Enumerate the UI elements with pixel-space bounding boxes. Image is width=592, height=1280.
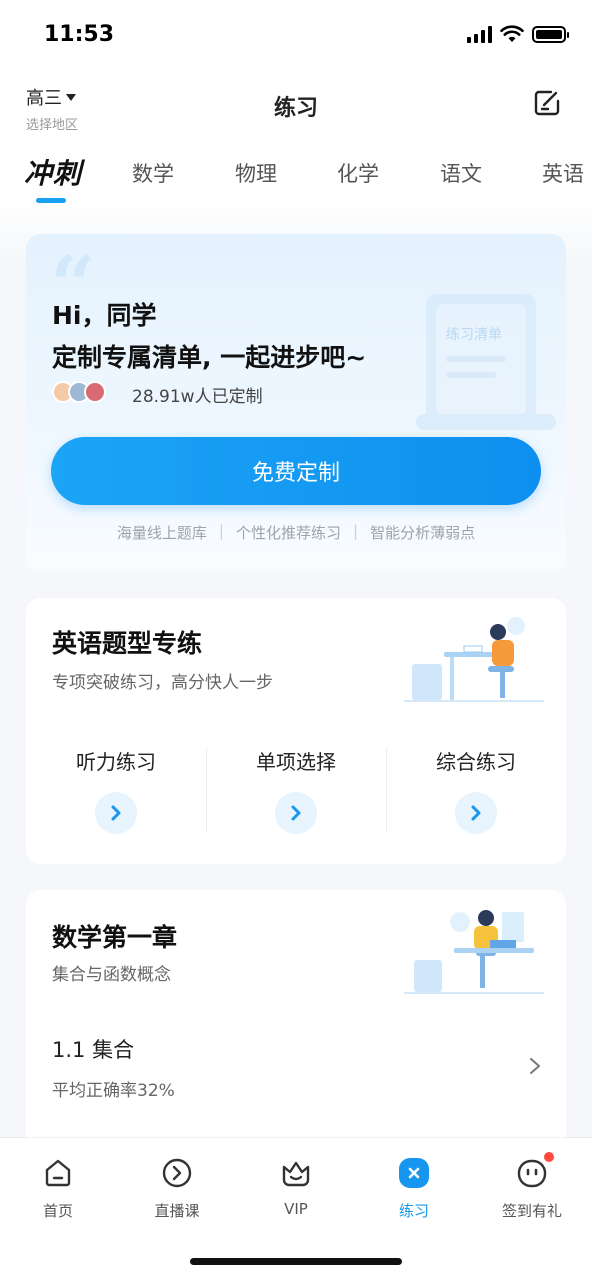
live-icon [162, 1158, 192, 1188]
chevron-right-icon [111, 805, 121, 821]
tab-sprint[interactable]: 冲刺 [24, 152, 82, 192]
subject-tabs: 冲刺 数学 物理 化学 语文 英语 [0, 152, 592, 212]
nav-vip[interactable]: VIP [256, 1156, 336, 1218]
nav-live[interactable]: 直播课 [137, 1156, 217, 1221]
feature-item: 海量线上题库 [116, 524, 207, 542]
promo-card: “ 练习清单 Hi，同学 定制专属清单, 一起进步吧~ 28.91w人已定制 免… [26, 234, 566, 572]
math-chapter-card[interactable]: 数学第一章 集合与函数概念 1.1 集合 平均正确率32% [26, 890, 566, 1160]
chevron-right-icon [471, 805, 481, 821]
notification-badge [544, 1152, 554, 1162]
tab-math[interactable]: 数学 [132, 158, 174, 188]
promo-greeting: Hi，同学 [52, 301, 157, 330]
go-button[interactable] [275, 792, 317, 834]
nav-label: 直播课 [154, 1202, 200, 1220]
card-subtitle: 集合与函数概念 [52, 965, 171, 985]
go-button[interactable] [455, 792, 497, 834]
feature-list: 海量线上题库 | 个性化推荐练习 | 智能分析薄弱点 [26, 522, 566, 543]
chevron-right-icon[interactable] [528, 1056, 542, 1076]
status-time: 11:53 [44, 22, 115, 47]
promo-headline: 定制专属清单, 一起进步吧~ [52, 343, 367, 372]
home-indicator [190, 1258, 402, 1265]
cellular-signal-icon [467, 25, 492, 43]
vip-icon [282, 1161, 310, 1187]
practice-items: 听力练习 单项选择 综合练习 [26, 744, 566, 840]
status-icons [467, 25, 569, 43]
card-subtitle: 专项突破练习，高分快人一步 [52, 673, 273, 693]
home-icon [45, 1159, 71, 1187]
nav-practice[interactable]: 练习 [374, 1156, 454, 1221]
feature-item: 智能分析薄弱点 [370, 524, 476, 542]
page-title: 练习 [273, 96, 318, 121]
practice-label: 综合练习 [436, 750, 516, 774]
nav-label: 练习 [398, 1202, 429, 1220]
card-title: 英语题型专练 [52, 629, 203, 658]
practice-label: 听力练习 [76, 750, 156, 774]
listening-practice[interactable]: 听力练习 [26, 744, 206, 840]
avatar-group [52, 381, 106, 403]
student-desk-illustration [404, 617, 544, 702]
tab-chinese[interactable]: 语文 [440, 158, 482, 188]
tab-chemistry[interactable]: 化学 [337, 158, 379, 188]
chapter-section-title: 1.1 集合 [52, 1038, 135, 1062]
avatar [84, 381, 106, 403]
illustration-label: 练习清单 [446, 327, 502, 343]
go-button[interactable] [95, 792, 137, 834]
tab-physics[interactable]: 物理 [235, 158, 277, 188]
nav-label: 首页 [42, 1202, 73, 1220]
practice-label: 单项选择 [256, 750, 336, 774]
divider: | [353, 522, 359, 540]
checkin-icon [517, 1159, 547, 1188]
chevron-right-icon [291, 805, 301, 821]
single-choice-practice[interactable]: 单项选择 [206, 744, 386, 840]
feature-item: 个性化推荐练习 [235, 524, 341, 542]
english-practice-card: 英语题型专练 专项突破练习，高分快人一步 听力练习 单项选择 综合练习 [26, 598, 566, 864]
comprehensive-practice[interactable]: 综合练习 [386, 744, 566, 840]
subscriber-count: 28.91w人已定制 [132, 387, 263, 407]
wifi-icon [500, 25, 524, 42]
nav-home[interactable]: 首页 [18, 1156, 98, 1221]
free-customize-button[interactable]: 免费定制 [51, 437, 541, 505]
tab-english[interactable]: 英语 [542, 158, 584, 188]
chapter-accuracy: 平均正确率32% [52, 1081, 175, 1101]
nav-checkin[interactable]: 签到有礼 [492, 1152, 572, 1221]
battery-icon [532, 25, 569, 43]
nav-label: VIP [284, 1200, 308, 1218]
header: 高三 选择地区 练习 [0, 80, 592, 136]
student-desk-illustration [404, 910, 544, 994]
status-bar: 11:53 [0, 0, 592, 72]
checklist-illustration: 练习清单 [416, 294, 556, 430]
edit-icon[interactable] [532, 88, 562, 118]
practice-icon [399, 1158, 429, 1188]
card-title: 数学第一章 [52, 923, 178, 952]
active-tab-indicator [36, 198, 66, 203]
divider: | [218, 522, 224, 540]
nav-label: 签到有礼 [501, 1202, 562, 1220]
